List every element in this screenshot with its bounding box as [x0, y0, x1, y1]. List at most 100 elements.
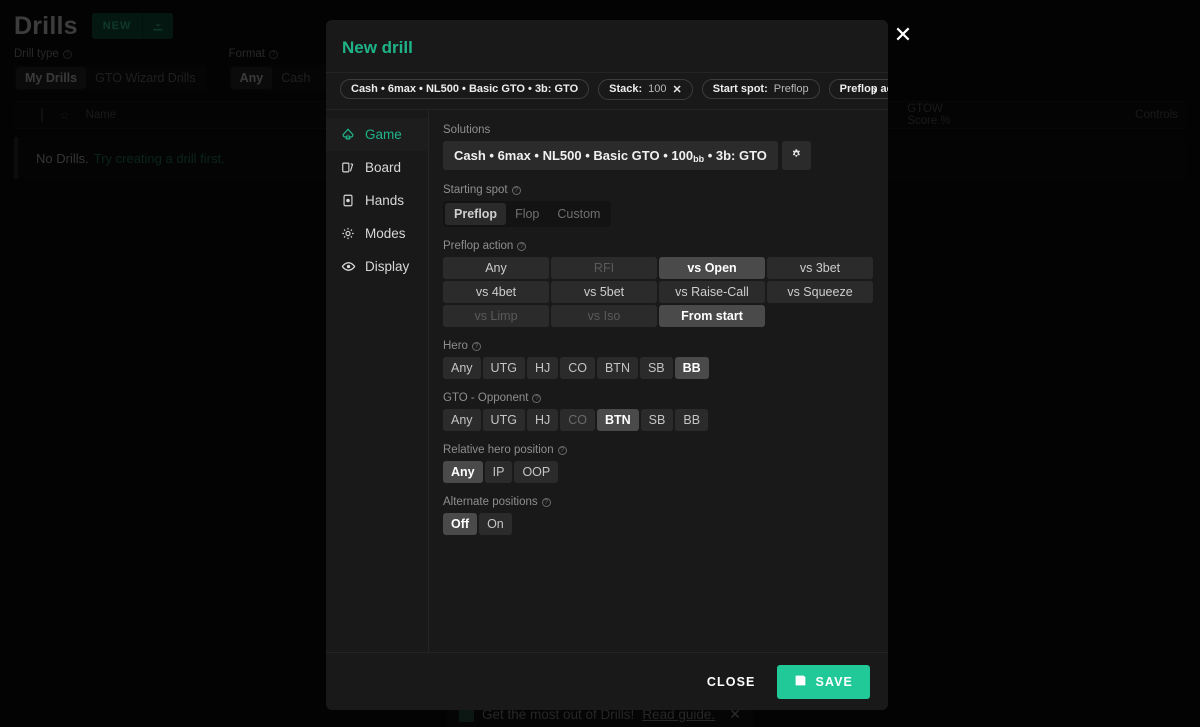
save-button[interactable]: SAVE [777, 665, 870, 699]
preflop-action-any[interactable]: Any [443, 257, 549, 279]
gear-icon [340, 226, 356, 241]
hero-positions: Any UTG HJ CO BTN SB BB [443, 357, 872, 379]
chip-start-spot[interactable]: Start spot: Preflop [702, 79, 820, 99]
eye-icon [340, 259, 356, 274]
new-drill-modal: New drill Cash • 6max • NL500 • Basic GT… [326, 20, 888, 710]
relative-hero-position-options: Any IP OOP [443, 461, 872, 483]
alternate-positions-options: Off On [443, 513, 872, 535]
chip-solution[interactable]: Cash • 6max • NL500 • Basic GTO • 3b: GT… [340, 79, 589, 99]
app-root: Drills NEW Drill type ? My Drills GTO Wi… [0, 0, 1200, 727]
modal-body: Game Board Hands [326, 110, 888, 652]
opponent-co[interactable]: CO [560, 409, 595, 431]
opponent-hj[interactable]: HJ [527, 409, 558, 431]
relative-position-ip[interactable]: IP [485, 461, 513, 483]
hero-co[interactable]: CO [560, 357, 595, 379]
preflop-action-vs-limp: vs Limp [443, 305, 549, 327]
section-opponent: GTO - Opponent ? Any UTG HJ CO BTN SB BB [443, 392, 872, 431]
label-text: Alternate positions [443, 496, 538, 508]
label-text: Hero [443, 340, 468, 352]
starting-spot-segmented: Preflop Flop Custom [443, 201, 611, 227]
info-icon[interactable]: ? [542, 498, 551, 507]
hero-any[interactable]: Any [443, 357, 481, 379]
section-relative-hero-position: Relative hero position ? Any IP OOP [443, 444, 872, 483]
solutions-settings-button[interactable] [782, 141, 811, 170]
preflop-action-vs-raise-call[interactable]: vs Raise-Call [659, 281, 765, 303]
chip-value: Cash • 6max • NL500 • Basic GTO • 3b: GT… [351, 83, 578, 95]
chip-label: Start spot: [713, 83, 768, 95]
preflop-action-from-start[interactable]: From start [659, 305, 765, 327]
opponent-label: GTO - Opponent ? [443, 392, 872, 404]
preflop-action-vs-4bet[interactable]: vs 4bet [443, 281, 549, 303]
solutions-value-prefix: Cash • 6max • NL500 • Basic GTO • 100 [454, 148, 693, 163]
sidebar-item-board[interactable]: Board [326, 151, 428, 184]
preflop-action-vs-5bet[interactable]: vs 5bet [551, 281, 657, 303]
hero-bb[interactable]: BB [675, 357, 709, 379]
info-icon[interactable]: ? [512, 186, 521, 195]
sidebar-item-label: Modes [365, 226, 406, 241]
modal-footer: CLOSE SAVE [326, 652, 888, 710]
hero-utg[interactable]: UTG [483, 357, 525, 379]
opponent-sb[interactable]: SB [641, 409, 674, 431]
close-button[interactable]: CLOSE [703, 667, 760, 697]
preflop-action-grid: Any RFI vs Open vs 3bet vs 4bet vs 5bet … [443, 257, 872, 327]
alternate-positions-on[interactable]: On [479, 513, 512, 535]
sidebar-item-display[interactable]: Display [326, 250, 428, 283]
chip-value: Preflop [774, 83, 809, 95]
opponent-utg[interactable]: UTG [483, 409, 525, 431]
relative-position-oop[interactable]: OOP [514, 461, 558, 483]
starting-spot-custom[interactable]: Custom [548, 203, 609, 225]
relative-hero-position-label: Relative hero position ? [443, 444, 872, 456]
hero-btn[interactable]: BTN [597, 357, 638, 379]
preflop-action-vs-squeeze[interactable]: vs Squeeze [767, 281, 873, 303]
starting-spot-label: Starting spot ? [443, 184, 872, 196]
starting-spot-preflop[interactable]: Preflop [445, 203, 506, 225]
solutions-value[interactable]: Cash • 6max • NL500 • Basic GTO • 100bb … [443, 141, 778, 170]
info-icon[interactable]: ? [532, 394, 541, 403]
sidebar-item-hands[interactable]: Hands [326, 184, 428, 217]
relative-position-any[interactable]: Any [443, 461, 483, 483]
save-button-label: SAVE [815, 675, 853, 689]
hero-label: Hero ? [443, 340, 872, 352]
chevron-right-icon[interactable]: › [866, 82, 884, 100]
spade-icon [340, 127, 356, 142]
section-preflop-action: Preflop action ? Any RFI vs Open vs 3bet… [443, 240, 872, 327]
hero-sb[interactable]: SB [640, 357, 673, 379]
section-alternate-positions: Alternate positions ? Off On [443, 496, 872, 535]
modal-content: Solutions Cash • 6max • NL500 • Basic GT… [429, 110, 888, 652]
preflop-action-rfi: RFI [551, 257, 657, 279]
opponent-btn[interactable]: BTN [597, 409, 639, 431]
modal-close-icon[interactable]: ✕ [890, 22, 916, 48]
section-hero: Hero ? Any UTG HJ CO BTN SB BB [443, 340, 872, 379]
filter-chip-bar: Cash • 6max • NL500 • Basic GTO • 3b: GT… [326, 72, 888, 110]
opponent-any[interactable]: Any [443, 409, 481, 431]
sidebar-item-game[interactable]: Game [326, 118, 428, 151]
sidebar-item-label: Hands [365, 193, 404, 208]
save-icon [794, 674, 807, 690]
section-solutions: Solutions Cash • 6max • NL500 • Basic GT… [443, 124, 872, 170]
label-text: Starting spot [443, 184, 508, 196]
modal-title: New drill [326, 20, 888, 72]
preflop-action-vs-3bet[interactable]: vs 3bet [767, 257, 873, 279]
info-icon[interactable]: ? [517, 242, 526, 251]
label-text: GTO - Opponent [443, 392, 528, 404]
cards-icon [340, 160, 356, 175]
solutions-label: Solutions [443, 124, 872, 136]
preflop-action-vs-open[interactable]: vs Open [659, 257, 765, 279]
alternate-positions-off[interactable]: Off [443, 513, 477, 535]
info-icon[interactable]: ? [472, 342, 481, 351]
solutions-value-sub: bb [693, 154, 704, 164]
hero-hj[interactable]: HJ [527, 357, 558, 379]
chip-stack[interactable]: Stack: 100 ✕ [598, 79, 693, 100]
hand-card-icon [340, 193, 356, 208]
info-icon[interactable]: ? [558, 446, 567, 455]
sidebar-item-label: Display [365, 259, 409, 274]
modal-sidebar: Game Board Hands [326, 110, 429, 652]
label-text: Relative hero position [443, 444, 554, 456]
preflop-action-vs-iso: vs Iso [551, 305, 657, 327]
starting-spot-flop[interactable]: Flop [506, 203, 548, 225]
chip-value: 100 [648, 83, 666, 95]
sidebar-item-modes[interactable]: Modes [326, 217, 428, 250]
opponent-positions: Any UTG HJ CO BTN SB BB [443, 409, 872, 431]
chip-remove-icon[interactable]: ✕ [673, 83, 682, 96]
opponent-bb[interactable]: BB [675, 409, 708, 431]
